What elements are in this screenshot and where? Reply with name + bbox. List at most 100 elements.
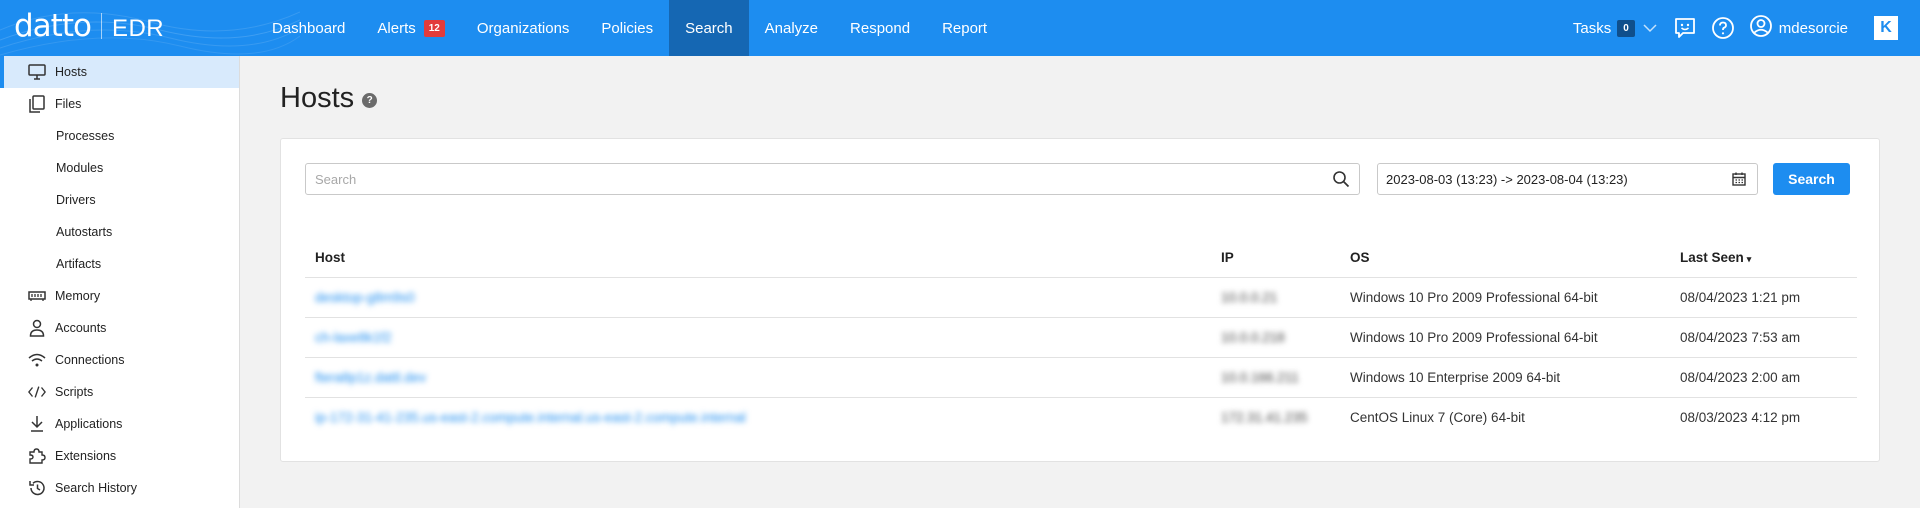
sidebar-item-label: Scripts: [55, 385, 94, 399]
top-navigation-bar: datto EDR Dashboard Alerts 12 Organizatio…: [0, 0, 1920, 56]
sidebar-item-label: Files: [55, 97, 82, 111]
column-header-host[interactable]: Host: [305, 239, 1211, 278]
search-icon[interactable]: [1323, 170, 1359, 188]
column-header-os[interactable]: OS: [1340, 239, 1670, 278]
files-icon: [28, 95, 46, 113]
nav-dashboard[interactable]: Dashboard: [256, 0, 361, 56]
column-header-label: IP: [1221, 250, 1234, 266]
nav-organizations[interactable]: Organizations: [461, 0, 586, 56]
nav-report[interactable]: Report: [926, 0, 1003, 56]
host-link[interactable]: ip-172-31-41-235.us-east-2.compute.inter…: [315, 410, 746, 425]
host-link[interactable]: ch-laxe8k1f2: [315, 330, 392, 345]
nav-alerts[interactable]: Alerts 12: [361, 0, 460, 56]
nav-label: Respond: [850, 19, 911, 37]
brand-logo[interactable]: datto EDR: [14, 8, 164, 44]
feedback-icon[interactable]: [1673, 16, 1697, 40]
wifi-icon: [28, 351, 46, 369]
alerts-count-badge: 12: [423, 19, 445, 37]
host-cell: ip-172-31-41-235.us-east-2.compute.inter…: [305, 397, 1211, 437]
date-range-value: 2023-08-03 (13:23) -> 2023-08-04 (13:23): [1386, 171, 1628, 187]
column-header-label: OS: [1350, 250, 1370, 266]
nav-policies[interactable]: Policies: [585, 0, 669, 56]
sidebar-item-autostarts[interactable]: Autostarts: [0, 216, 239, 248]
sidebar-item-label: Autostarts: [56, 225, 113, 239]
sidebar-item-modules[interactable]: Modules: [0, 152, 239, 184]
table-row: desktop-g8m9s0 10.0.0.21 Windows 10 Pro …: [305, 277, 1857, 318]
sidebar-item-scripts[interactable]: Scripts: [0, 376, 239, 408]
user-icon: [1749, 14, 1773, 42]
last-seen-cell: 08/04/2023 1:21 pm: [1670, 277, 1857, 318]
help-tooltip-icon[interactable]: ?: [362, 93, 378, 108]
sidebar-item-artifacts[interactable]: Artifacts: [0, 248, 239, 280]
sidebar-item-label: Memory: [55, 289, 101, 303]
nav-label: Analyze: [764, 19, 819, 37]
ip-cell: 10.0.0.218: [1211, 317, 1340, 358]
table-row: ch-laxe8k1f2 10.0.0.218 Windows 10 Pro 2…: [305, 317, 1857, 358]
host-link[interactable]: desktop-g8m9s0: [315, 290, 415, 305]
sidebar-item-files[interactable]: Files: [0, 88, 239, 120]
sidebar-item-label: Extensions: [55, 449, 117, 463]
nav-label: Policies: [601, 19, 654, 37]
ip-value: 10.0.0.218: [1221, 329, 1285, 345]
datto-logo: datto: [14, 8, 92, 44]
username: mdesorcie: [1778, 19, 1848, 37]
date-range-picker[interactable]: 2023-08-03 (13:23) -> 2023-08-04 (13:23): [1377, 163, 1758, 195]
os-cell: Windows 10 Pro 2009 Professional 64-bit: [1340, 277, 1670, 318]
sidebar-item-accounts[interactable]: Accounts: [0, 312, 239, 344]
tasks-label: Tasks: [1572, 19, 1612, 37]
search-box: [305, 163, 1360, 195]
nav-label: Report: [942, 19, 988, 37]
sidebar-item-label: Search History: [55, 481, 137, 495]
kaseya-logo-icon[interactable]: K: [1874, 16, 1898, 40]
nav-label: Alerts: [377, 19, 416, 37]
sidebar-item-label: Drivers: [56, 193, 96, 207]
host-cell: ftera8p1z.dattl.dev: [305, 357, 1211, 398]
user-menu[interactable]: mdesorcie: [1749, 14, 1848, 42]
os-cell: CentOS Linux 7 (Core) 64-bit: [1350, 409, 1525, 425]
host-cell: desktop-g8m9s0: [305, 277, 1211, 318]
help-icon[interactable]: [1711, 16, 1735, 40]
sidebar-item-hosts[interactable]: Hosts: [0, 56, 239, 88]
search-input[interactable]: [306, 164, 1323, 194]
puzzle-icon: [28, 447, 46, 465]
code-icon: [28, 383, 46, 401]
sidebar-item-label: Processes: [56, 129, 115, 143]
host-link[interactable]: ftera8p1z.dattl.dev: [315, 370, 426, 385]
calendar-icon[interactable]: [1721, 171, 1757, 187]
sidebar-item-drivers[interactable]: Drivers: [0, 184, 239, 216]
sidebar-item-extensions[interactable]: Extensions: [0, 440, 239, 472]
last-seen-cell: 08/04/2023 7:53 am: [1670, 317, 1857, 358]
search-button[interactable]: Search: [1773, 163, 1850, 195]
ip-value: 10.0.0.21: [1221, 289, 1278, 305]
monitor-icon: [28, 63, 46, 81]
sidebar-item-label: Hosts: [55, 65, 87, 79]
column-header-last-seen[interactable]: Last Seen ▾: [1670, 239, 1857, 278]
ip-cell: 10.0.166.211: [1211, 357, 1340, 398]
sidebar-item-label: Accounts: [55, 321, 107, 335]
last-seen-cell: 08/03/2023 4:12 pm: [1680, 409, 1801, 425]
column-header-ip[interactable]: IP: [1211, 239, 1340, 278]
os-cell: Windows 10 Enterprise 2009 64-bit: [1340, 357, 1670, 398]
person-icon: [28, 319, 46, 337]
ip-cell: 10.0.0.21: [1211, 277, 1340, 318]
ip-value: 172.31.41.235: [1221, 409, 1308, 425]
page-title: Hosts: [280, 82, 355, 114]
nav-label: Dashboard: [272, 19, 346, 37]
column-header-label: Host: [315, 250, 345, 266]
nav-label: Organizations: [476, 19, 570, 37]
tasks-count-badge: 0: [1617, 19, 1635, 37]
sidebar-item-memory[interactable]: Memory: [0, 280, 239, 312]
nav-search[interactable]: Search: [669, 0, 749, 56]
nav-analyze[interactable]: Analyze: [749, 0, 834, 56]
tasks-menu[interactable]: Tasks 0: [1572, 19, 1657, 37]
table-header-row: Host IP OS Last Seen ▾: [305, 239, 1857, 278]
sidebar-item-connections[interactable]: Connections: [0, 344, 239, 376]
hosts-table: Host IP OS Last Seen ▾ desktop-g8m9s0 10.…: [305, 239, 1857, 437]
sidebar-item-search-history[interactable]: Search History: [0, 472, 239, 504]
sidebar-item-label: Artifacts: [56, 257, 102, 271]
sort-descending-icon: ▾: [1746, 254, 1752, 265]
sidebar-item-label: Applications: [55, 417, 123, 431]
nav-respond[interactable]: Respond: [834, 0, 926, 56]
sidebar-item-applications[interactable]: Applications: [0, 408, 239, 440]
sidebar-item-processes[interactable]: Processes: [0, 120, 239, 152]
